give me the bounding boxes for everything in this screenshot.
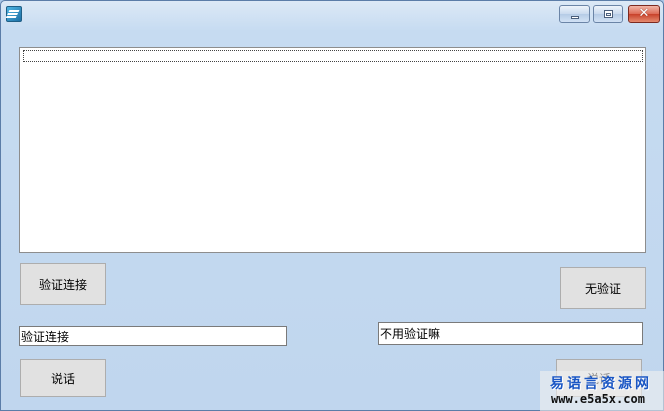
- left-message-input[interactable]: [19, 326, 287, 346]
- right-message-input[interactable]: [378, 322, 643, 345]
- app-icon[interactable]: [6, 6, 22, 22]
- minimize-button[interactable]: [559, 5, 590, 23]
- message-list[interactable]: [19, 47, 646, 253]
- verify-connect-button[interactable]: 验证连接: [20, 263, 106, 305]
- say-left-button[interactable]: 说话: [20, 359, 106, 397]
- close-button[interactable]: ✕: [628, 5, 660, 23]
- focus-row[interactable]: [23, 50, 643, 62]
- title-bar[interactable]: ✕: [1, 1, 663, 29]
- say-right-button[interactable]: 说话: [556, 359, 642, 397]
- maximize-icon: [604, 10, 613, 18]
- minimize-icon: [571, 16, 579, 19]
- close-icon: ✕: [638, 6, 650, 21]
- no-verify-button[interactable]: 无验证: [560, 267, 646, 309]
- maximize-button[interactable]: [593, 5, 623, 23]
